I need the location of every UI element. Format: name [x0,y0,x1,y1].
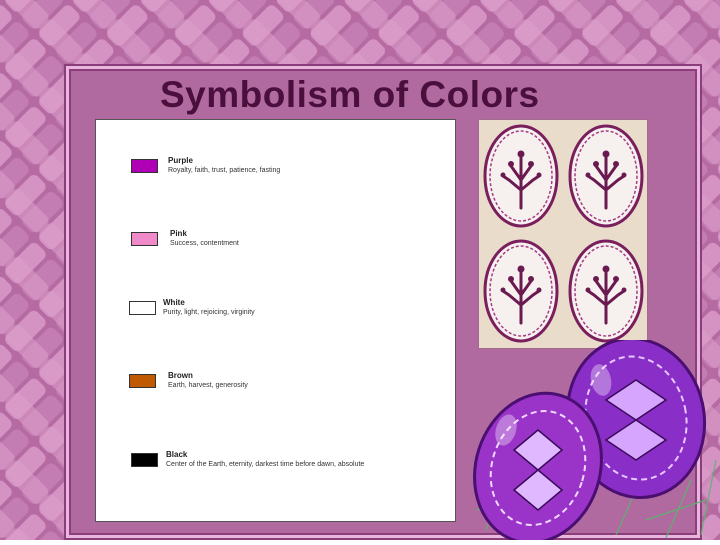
tree-of-life-eggs-photo [478,119,648,349]
white-swatch [129,301,156,315]
legend-color-description: Purity, light, rejoicing, virginity [163,309,255,316]
legend-color-description: Earth, harvest, generosity [168,382,248,389]
legend-item-brown: Brown Earth, harvest, generosity [96,371,457,411]
legend-color-name: Black [166,450,188,459]
purple-swatch [131,159,158,173]
legend-item-purple: Purple Royalty, faith, trust, patience, … [96,156,457,196]
decorative-easter-eggs [466,336,720,545]
legend-color-name: Brown [168,371,193,380]
slide-title: Symbolism of Colors [160,74,540,115]
legend-color-name: White [163,298,185,307]
legend-color-description: Center of the Earth, eternity, darkest t… [166,461,365,468]
legend-item-black: Black Center of the Earth, eternity, dar… [96,450,457,490]
legend-color-name: Pink [170,229,187,238]
brown-swatch [129,374,156,388]
color-legend-panel: Purple Royalty, faith, trust, patience, … [95,119,456,522]
legend-item-pink: Pink Success, contentment [96,229,457,269]
legend-color-description: Success, contentment [170,240,239,247]
legend-color-name: Purple [168,156,193,165]
black-swatch [131,453,158,467]
legend-item-white: White Purity, light, rejoicing, virginit… [96,298,457,338]
pink-swatch [131,232,158,246]
legend-color-description: Royalty, faith, trust, patience, fasting [168,167,281,174]
